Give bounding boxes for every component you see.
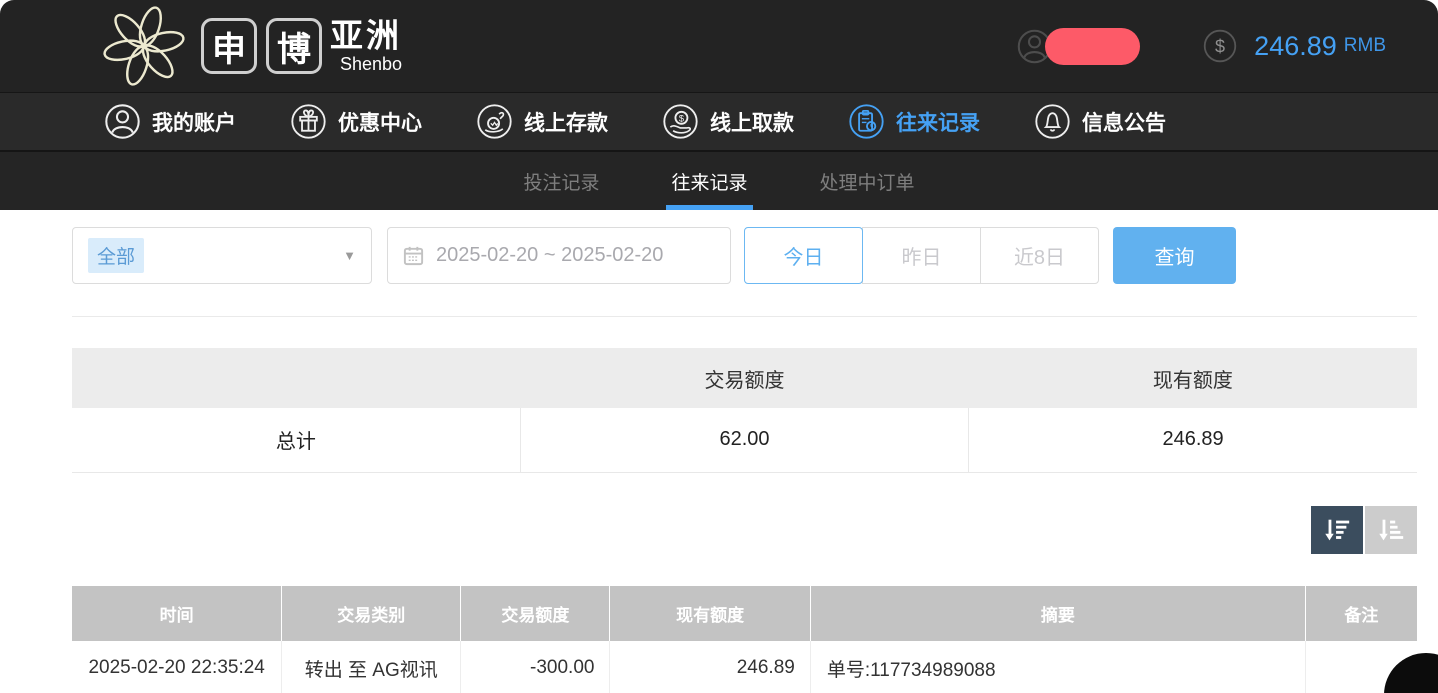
date-range-value: 2025-02-20 ~ 2025-02-20	[436, 244, 663, 267]
quick-range-today-button[interactable]: 今日	[744, 227, 863, 284]
content-area: 全部 ▼ 2025-02-20 ~ 2025-02-20 今日 昨日 近8日 查…	[0, 227, 1438, 693]
flower-logo-icon	[96, 3, 192, 89]
records-header-time: 时间	[72, 586, 282, 641]
balance-amount: 246.89	[1254, 31, 1337, 62]
brand-logo[interactable]: 申 博 亚洲 Shenbo	[96, 3, 402, 89]
nav-label: 信息公告	[1082, 107, 1166, 137]
summary-total-label: 总计	[72, 408, 520, 472]
tab-transaction-records[interactable]: 往来记录	[668, 152, 750, 210]
top-header: 申 博 亚洲 Shenbo $ 246.89 RMB	[0, 0, 1438, 92]
nav-label: 我的账户	[152, 107, 236, 137]
section-divider	[72, 316, 1417, 317]
gift-icon	[290, 103, 327, 140]
record-type: 转出 至 AG视讯	[282, 641, 461, 693]
dollar-balance-icon: $	[1202, 28, 1238, 64]
logo-suffix-cn: 亚洲	[330, 19, 402, 52]
summary-header-empty	[72, 348, 520, 408]
sort-controls	[72, 506, 1417, 554]
record-amount: -300.00	[461, 641, 610, 693]
records-subtabs: 投注记录 往来记录 处理中订单	[0, 152, 1438, 210]
user-icon	[104, 103, 141, 140]
main-navigation: 我的账户 优惠中心 线上存款 $ 线上取款 往来记录	[0, 92, 1438, 152]
bell-icon	[1034, 103, 1071, 140]
logo-char-box: 申	[201, 18, 257, 74]
nav-label: 优惠中心	[338, 107, 422, 137]
nav-label: 线上取款	[710, 107, 794, 137]
summary-header-transaction-amount: 交易额度	[520, 348, 968, 408]
date-range-input[interactable]: 2025-02-20 ~ 2025-02-20	[387, 227, 731, 284]
transaction-type-select[interactable]: 全部 ▼	[72, 227, 372, 284]
summary-table: 交易额度 现有额度 总计 62.00 246.89	[72, 348, 1417, 473]
query-button[interactable]: 查询	[1113, 227, 1236, 284]
nav-item-promotions[interactable]: 优惠中心	[290, 103, 422, 140]
logo-char-box: 博	[266, 18, 322, 74]
summary-total-transaction-amount: 62.00	[520, 408, 968, 472]
nav-item-deposit[interactable]: 线上存款	[476, 103, 608, 140]
deposit-icon	[476, 103, 513, 140]
logo-suffix-en: Shenbo	[340, 55, 402, 73]
nav-item-announcements[interactable]: 信息公告	[1034, 103, 1166, 140]
summary-header-current-balance: 现有额度	[969, 348, 1417, 408]
username-redacted-pill[interactable]	[1045, 28, 1140, 65]
records-header-summary: 摘要	[810, 586, 1305, 641]
nav-label: 线上存款	[524, 107, 608, 137]
table-row: 2025-02-20 22:35:24 转出 至 AG视讯 -300.00 24…	[72, 641, 1417, 693]
records-header-amount: 交易额度	[461, 586, 610, 641]
sort-descending-button[interactable]	[1311, 506, 1363, 554]
tab-processing-orders[interactable]: 处理中订单	[817, 152, 918, 210]
records-table: 时间 交易类别 交易额度 现有额度 摘要 备注 2025-02-20 22:35…	[72, 586, 1417, 693]
record-balance: 246.89	[610, 641, 810, 693]
nav-item-my-account[interactable]: 我的账户	[104, 103, 236, 140]
records-icon	[848, 103, 885, 140]
records-header-note: 备注	[1305, 586, 1417, 641]
nav-label: 往来记录	[896, 107, 980, 137]
quick-range-last8days-button[interactable]: 近8日	[980, 227, 1099, 284]
quick-range-yesterday-button[interactable]: 昨日	[862, 227, 981, 284]
withdraw-icon: $	[662, 103, 699, 140]
tab-betting-records[interactable]: 投注记录	[520, 152, 602, 210]
sort-descending-icon	[1322, 515, 1352, 545]
record-time: 2025-02-20 22:35:24	[72, 641, 282, 693]
records-header-balance: 现有额度	[610, 586, 810, 641]
chevron-down-icon: ▼	[343, 248, 356, 263]
summary-total-current-balance: 246.89	[969, 408, 1417, 472]
sort-ascending-button[interactable]	[1365, 506, 1417, 554]
balance-currency: RMB	[1344, 35, 1386, 57]
nav-item-withdraw[interactable]: $ 线上取款	[662, 103, 794, 140]
calendar-icon	[402, 244, 425, 267]
nav-item-transaction-records[interactable]: 往来记录	[848, 103, 980, 140]
svg-text:$: $	[1215, 36, 1225, 56]
svg-text:$: $	[679, 114, 684, 124]
records-header-type: 交易类别	[282, 586, 461, 641]
selected-type-chip: 全部	[88, 238, 144, 273]
filter-toolbar: 全部 ▼ 2025-02-20 ~ 2025-02-20 今日 昨日 近8日 查…	[72, 227, 1417, 284]
quick-range-group: 今日 昨日 近8日	[744, 227, 1099, 284]
record-summary: 单号:117734989088	[810, 641, 1305, 693]
summary-total-row: 总计 62.00 246.89	[72, 408, 1417, 472]
sort-ascending-icon	[1376, 515, 1406, 545]
